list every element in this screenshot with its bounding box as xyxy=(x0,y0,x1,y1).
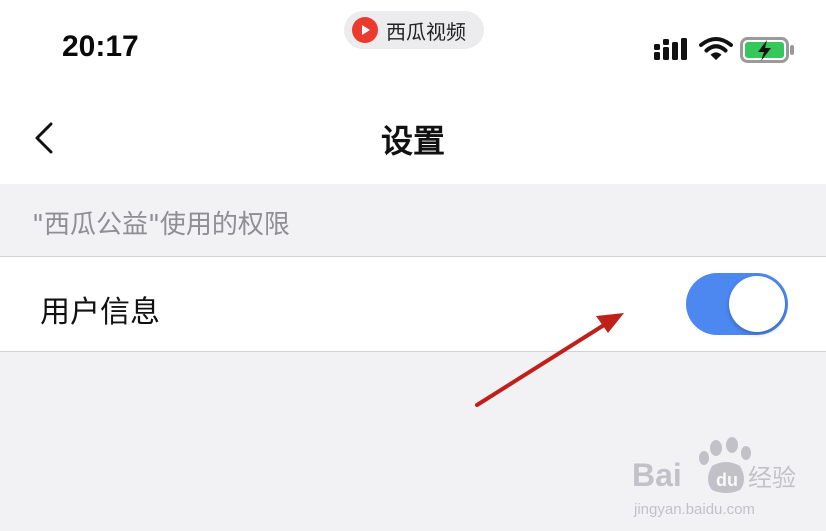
settings-row-user-info[interactable]: 用户信息 xyxy=(0,256,826,352)
app-logo-icon xyxy=(352,17,378,43)
battery-charging-icon xyxy=(740,36,796,68)
toggle-knob xyxy=(729,276,785,332)
baidu-watermark-logo: Bai du 经验 jingyan.baidu.com xyxy=(632,437,796,518)
section-header: "西瓜公益"使用的权限 xyxy=(32,210,290,240)
row-label: 用户信息 xyxy=(40,295,160,330)
svg-text:经验: 经验 xyxy=(748,464,796,492)
status-time: 20:17 xyxy=(62,30,139,63)
svg-text:Bai: Bai xyxy=(632,457,682,493)
cellular-signal-icon xyxy=(654,38,688,66)
app-indicator-pill[interactable]: 西瓜视频 xyxy=(344,11,484,49)
wifi-icon xyxy=(699,36,733,66)
page-title: 设置 xyxy=(380,122,445,160)
svg-text:jingyan.baidu.com: jingyan.baidu.com xyxy=(633,501,755,518)
svg-text:du: du xyxy=(716,470,738,490)
user-info-toggle[interactable] xyxy=(686,273,788,335)
app-name: 西瓜视频 xyxy=(386,19,466,44)
